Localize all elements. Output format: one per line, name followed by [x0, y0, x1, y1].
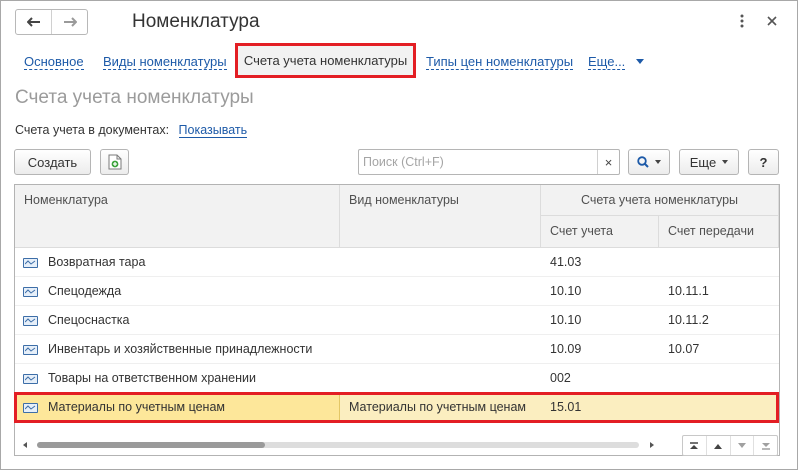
cell-account: 10.09 — [550, 342, 582, 356]
copy-button[interactable] — [100, 149, 129, 175]
more-button[interactable]: Еще — [679, 149, 739, 175]
tab-accounts-label: Счета учета номенклатуры — [243, 53, 408, 68]
tab-accounts[interactable]: Счета учета номенклатуры — [235, 43, 416, 78]
column-group-accounts: Счета учета номенклатуры — [541, 185, 779, 216]
show-link[interactable]: Показывать — [178, 123, 248, 138]
cell-name: Материалы по учетным ценам — [48, 400, 225, 414]
more-button-label: Еще — [689, 154, 717, 170]
cell-account: 10.10 — [550, 284, 582, 298]
table-row[interactable]: Спецоснастка 10.10 10.11.2 — [15, 306, 779, 335]
table-row-selected[interactable]: Материалы по учетным ценам Материалы по … — [15, 393, 779, 422]
up-icon — [714, 443, 723, 449]
search-input[interactable]: Поиск (Ctrl+F) × — [358, 149, 620, 175]
cell-transfer: 10.11.2 — [668, 313, 709, 327]
column-header-transfer[interactable]: Счет передачи — [659, 216, 779, 248]
create-button[interactable]: Создать — [14, 149, 91, 175]
last-row-button[interactable] — [753, 436, 777, 455]
scroll-right-icon[interactable] — [650, 442, 654, 448]
table-row[interactable]: Инвентарь и хозяйственные принадлежности… — [15, 335, 779, 364]
cell-kind — [340, 277, 540, 306]
scroll-left-icon[interactable] — [23, 442, 27, 448]
cell-transfer: 10.11.1 — [668, 284, 709, 298]
back-button[interactable] — [16, 10, 51, 34]
row-navigation — [682, 435, 778, 456]
docs-accounts-row: Счета учета в документах: Показывать — [15, 123, 248, 138]
scrollbar-thumb[interactable] — [37, 442, 265, 448]
docs-accounts-label: Счета учета в документах: — [15, 123, 170, 137]
tab-price-types[interactable]: Типы цен номенклатуры — [426, 54, 574, 70]
cell-name: Спецодежда — [48, 284, 122, 298]
item-icon — [23, 374, 38, 384]
cell-account: 10.10 — [550, 313, 582, 327]
cell-kind: Материалы по учетным ценам — [349, 400, 526, 414]
chevron-down-icon — [655, 160, 661, 164]
table-row[interactable]: Товары на ответственном хранении 002 — [15, 364, 779, 393]
more-vertical-icon[interactable] — [733, 11, 751, 31]
cell-kind — [340, 335, 540, 364]
chevron-down-icon — [722, 160, 729, 164]
cell-transfer — [659, 248, 779, 277]
item-icon — [23, 316, 38, 326]
cell-kind — [340, 248, 540, 277]
table-row[interactable]: Возвратная тара 41.03 — [15, 248, 779, 277]
next-row-button[interactable] — [729, 436, 754, 455]
cell-kind — [340, 306, 540, 335]
cell-account: 41.03 — [550, 255, 582, 269]
chevron-down-icon[interactable] — [636, 59, 644, 64]
page-title: Счета учета номенклатуры — [15, 87, 254, 108]
search-icon — [637, 156, 649, 168]
nomenclature-accounts-table: Номенклатура Вид номенклатуры Счета учет… — [14, 184, 780, 456]
cell-transfer: 10.07 — [668, 342, 700, 356]
tab-kinds[interactable]: Виды номенклатуры — [103, 54, 227, 70]
help-button[interactable]: ? — [748, 149, 779, 175]
item-icon — [23, 258, 38, 268]
prev-row-button[interactable] — [705, 436, 730, 455]
column-header-kind[interactable]: Вид номенклатуры — [340, 185, 541, 248]
tab-more[interactable]: Еще... — [588, 54, 626, 70]
forward-button[interactable] — [51, 10, 87, 34]
table-row[interactable]: Спецодежда 10.10 10.11.1 — [15, 277, 779, 306]
search-placeholder: Поиск (Ctrl+F) — [363, 155, 444, 169]
cell-name: Спецоснастка — [48, 313, 130, 327]
cell-name: Возвратная тара — [48, 255, 146, 269]
window: Номенклатура Основное Виды номенклатуры … — [0, 0, 798, 470]
cell-account: 002 — [550, 371, 571, 385]
arrow-left-icon — [26, 17, 40, 27]
history-nav — [15, 9, 88, 35]
column-header-account[interactable]: Счет учета — [541, 216, 659, 248]
search-button[interactable] — [628, 149, 670, 175]
down-icon — [737, 442, 746, 448]
cell-kind — [340, 364, 540, 393]
clear-search-button[interactable]: × — [597, 150, 619, 174]
cell-account: 15.01 — [550, 400, 582, 414]
tab-main[interactable]: Основное — [24, 54, 84, 70]
item-icon — [23, 403, 38, 413]
item-icon — [23, 287, 38, 297]
first-icon — [690, 441, 699, 449]
cell-name: Инвентарь и хозяйственные принадлежности — [48, 342, 313, 356]
cell-transfer — [659, 364, 779, 393]
first-row-button[interactable] — [683, 436, 706, 455]
cell-transfer — [659, 393, 779, 422]
arrow-right-icon — [63, 17, 77, 27]
column-header-nomenclature[interactable]: Номенклатура — [15, 185, 340, 248]
cell-name: Товары на ответственном хранении — [48, 371, 256, 385]
close-icon[interactable] — [763, 11, 781, 31]
last-icon — [761, 442, 770, 450]
window-title: Номенклатура — [132, 11, 260, 32]
document-add-icon — [108, 154, 121, 170]
item-icon — [23, 345, 38, 355]
